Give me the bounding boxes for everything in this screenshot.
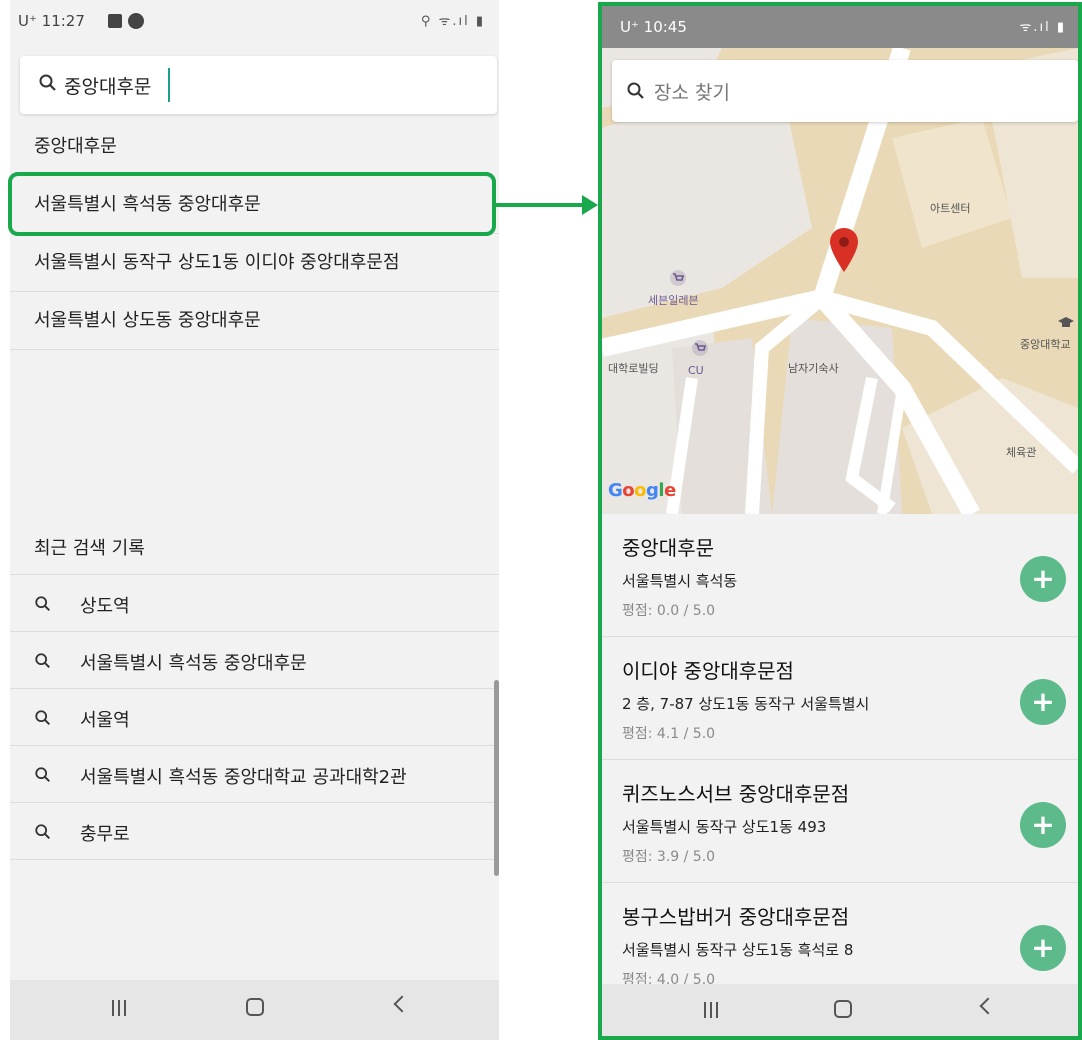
search-icon xyxy=(39,74,56,91)
flow-arrow-head xyxy=(582,195,598,215)
suggestion-item[interactable]: 서울특별시 상도동 중앙대후문 xyxy=(10,292,499,350)
place-rating: 평점: 3.9 / 5.0 xyxy=(622,849,716,865)
search-icon xyxy=(35,767,51,783)
message-notification-icon xyxy=(128,13,144,29)
map-label-art-center: 아트센터 xyxy=(930,202,971,215)
search-icon xyxy=(35,653,51,669)
search-query-text: 중앙대후문 xyxy=(64,76,152,98)
back-button[interactable] xyxy=(393,995,411,1013)
place-rating: 평점: 0.0 / 5.0 xyxy=(622,603,716,619)
scrollbar[interactable] xyxy=(494,680,499,876)
map-label-seven-eleven: 세븐일레븐 xyxy=(648,294,699,307)
school-icon xyxy=(1058,317,1074,327)
location-pin-icon[interactable] xyxy=(830,228,858,272)
home-button[interactable] xyxy=(246,998,264,1016)
recent-search-list: 상도역 서울특별시 흑석동 중앙대후문 서울역 서울특별시 흑석동 중앙대학교 … xyxy=(10,574,499,860)
add-place-button[interactable]: + xyxy=(1020,679,1066,725)
recent-search-item[interactable]: 상도역 xyxy=(10,575,499,632)
place-address: 서울특별시 동작구 상도1동 흑석로 8 xyxy=(622,941,854,959)
place-result-item[interactable]: 이디야 중앙대후문점 2 층, 7-87 상도1동 동작구 서울특별시 평점: … xyxy=(602,637,1078,760)
recent-search-title: 최근 검색 기록 xyxy=(34,538,145,559)
search-placeholder: 장소 찾기 xyxy=(654,82,730,104)
recent-search-label: 서울특별시 흑석동 중앙대후문 xyxy=(80,653,307,674)
map-label-building: 대학로빌딩 xyxy=(608,362,659,375)
status-icons: ᯤ.ıl ▮ xyxy=(1019,20,1066,35)
back-button[interactable] xyxy=(979,997,997,1015)
place-result-item[interactable]: 퀴즈노스서브 중앙대후문점 서울특별시 동작구 상도1동 493 평점: 3.9… xyxy=(602,760,1078,883)
place-rating: 평점: 4.1 / 5.0 xyxy=(622,726,716,742)
search-icon xyxy=(627,82,644,99)
place-address: 서울특별시 흑석동 xyxy=(622,572,738,590)
map-label-university: 중앙대학교 xyxy=(1020,338,1071,351)
suggestion-item[interactable]: 중앙대후문 xyxy=(10,118,499,176)
status-time: U⁺ 10:45 xyxy=(620,18,687,36)
status-bar: U⁺ 10:45 ᯤ.ıl ▮ xyxy=(602,6,1078,48)
status-icons: ⚲ ᯤ.ıl ▮ xyxy=(420,14,485,29)
search-icon xyxy=(35,710,51,726)
flow-arrow xyxy=(496,203,584,207)
selection-highlight xyxy=(8,172,496,236)
add-place-button[interactable]: + xyxy=(1020,925,1066,971)
place-name: 퀴즈노스서브 중앙대후문점 xyxy=(622,782,850,806)
recent-search-item[interactable]: 서울특별시 흑석동 중앙대학교 공과대학2관 xyxy=(10,746,499,803)
place-search-input[interactable]: 장소 찾기 xyxy=(612,60,1078,122)
recent-search-item[interactable]: 서울특별시 흑석동 중앙대후문 xyxy=(10,632,499,689)
add-place-button[interactable]: + xyxy=(1020,556,1066,602)
recent-search-item[interactable]: 충무로 xyxy=(10,803,499,860)
search-icon xyxy=(35,596,51,612)
shopping-cart-icon xyxy=(670,270,686,286)
facebook-notification-icon xyxy=(108,14,122,28)
status-bar: U⁺ 11:27 ⚲ ᯤ.ıl ▮ xyxy=(10,0,499,44)
place-name: 이디야 중앙대후문점 xyxy=(622,659,794,683)
recent-search-label: 상도역 xyxy=(80,596,130,617)
place-result-item[interactable]: 중앙대후문 서울특별시 흑석동 평점: 0.0 / 5.0 + xyxy=(602,514,1078,637)
place-address: 서울특별시 동작구 상도1동 493 xyxy=(622,818,827,836)
suggestion-item[interactable]: 서울특별시 동작구 상도1동 이디야 중앙대후문점 xyxy=(10,234,499,292)
google-logo: Google xyxy=(608,480,676,501)
place-name: 봉구스밥버거 중앙대후문점 xyxy=(622,905,850,929)
place-name: 중앙대후문 xyxy=(622,536,714,560)
add-place-button[interactable]: + xyxy=(1020,802,1066,848)
place-address: 2 층, 7-87 상도1동 동작구 서울특별시 xyxy=(622,695,870,713)
recent-search-label: 충무로 xyxy=(80,824,130,845)
recent-search-item[interactable]: 서울역 xyxy=(10,689,499,746)
left-phone-screen: U⁺ 11:27 ⚲ ᯤ.ıl ▮ 중앙대후문 중앙대후문 서울특별시 흑석동 … xyxy=(10,0,499,1040)
recent-apps-button[interactable] xyxy=(702,1002,720,1018)
place-result-list: 중앙대후문 서울특별시 흑석동 평점: 0.0 / 5.0 + 이디야 중앙대후… xyxy=(602,514,1078,1006)
search-icon xyxy=(35,824,51,840)
search-input[interactable]: 중앙대후문 xyxy=(20,56,497,114)
home-button[interactable] xyxy=(834,1000,852,1018)
navigation-bar xyxy=(602,984,1078,1036)
map-label-gym: 체육관 xyxy=(1006,446,1037,459)
shopping-cart-icon xyxy=(692,340,708,356)
recent-search-label: 서울특별시 흑석동 중앙대학교 공과대학2관 xyxy=(80,767,407,788)
map-label-dormitory: 남자기숙사 xyxy=(788,362,839,375)
map-label-cu: CU xyxy=(688,364,704,377)
text-cursor xyxy=(168,68,170,102)
right-phone-screen: U⁺ 10:45 ᯤ.ıl ▮ 아트센터 세븐일레븐 대학로빌딩 CU 남자기숙… xyxy=(598,2,1082,1040)
recent-apps-button[interactable] xyxy=(110,1000,128,1016)
status-time: U⁺ 11:27 xyxy=(18,12,85,30)
recent-search-label: 서울역 xyxy=(80,710,130,731)
navigation-bar xyxy=(10,980,499,1040)
